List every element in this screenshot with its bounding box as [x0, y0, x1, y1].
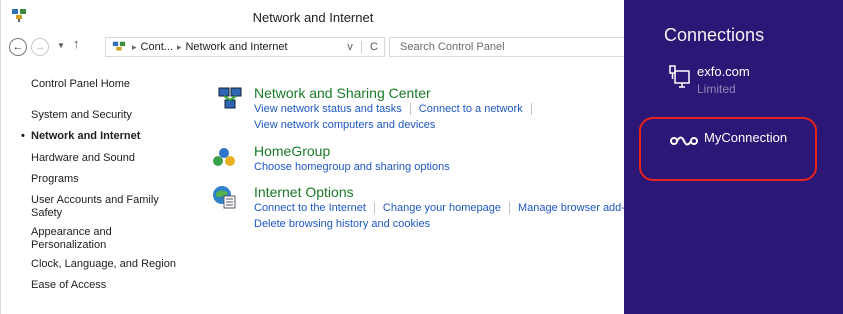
- forward-button[interactable]: →: [31, 38, 49, 56]
- ethernet-icon: [669, 65, 690, 88]
- category-title[interactable]: Network and Sharing Center: [254, 85, 431, 101]
- sidebar-item-programs[interactable]: Programs: [31, 173, 79, 186]
- link-divider: [373, 202, 375, 215]
- navigation-bar: ← → ▼ ↑ ▸ Cont... ▸ Network and Internet v …: [1, 33, 629, 61]
- link-connect-to-internet[interactable]: Connect to the Internet: [254, 202, 366, 214]
- link-change-homepage[interactable]: Change your homepage: [383, 202, 501, 214]
- link-connect-to-network[interactable]: Connect to a network: [419, 103, 523, 115]
- sidebar-item-network-and-internet[interactable]: • Network and Internet: [21, 130, 141, 143]
- sidebar-item-system-and-security[interactable]: System and Security: [31, 109, 132, 122]
- network-sharing-icon: [218, 87, 242, 109]
- connection-status: Limited: [697, 82, 736, 96]
- breadcrumb-separator-icon: ▸: [132, 42, 137, 52]
- connection-name: MyConnection: [704, 130, 788, 145]
- link-view-network-status[interactable]: View network status and tasks: [254, 103, 402, 115]
- category-title[interactable]: Internet Options: [254, 184, 354, 200]
- link-divider: [530, 103, 532, 116]
- active-bullet-icon: •: [21, 130, 25, 142]
- sidebar-item-label: Network and Internet: [31, 130, 141, 142]
- internet-options-icon: [213, 186, 236, 209]
- address-bar[interactable]: ▸ Cont... ▸ Network and Internet v C: [105, 37, 385, 57]
- link-divider: [508, 202, 510, 215]
- sidebar-item-ease-of-access[interactable]: Ease of Access: [31, 279, 106, 292]
- sidebar-item-clock-language-region[interactable]: Clock, Language, and Region: [31, 258, 176, 271]
- connections-panel: Connections exfo.com Limited MyConnectio…: [624, 0, 843, 314]
- address-divider: [360, 41, 362, 54]
- highlight-box: [639, 117, 817, 181]
- recent-locations-chevron-icon[interactable]: ▼: [57, 41, 65, 50]
- connection-name: exfo.com: [697, 64, 750, 79]
- link-homegroup-sharing[interactable]: Choose homegroup and sharing options: [254, 161, 450, 173]
- link-divider: [409, 103, 411, 116]
- homegroup-icon: [213, 148, 235, 166]
- control-panel-window: Network and Internet ← → ▼ ↑ ▸ Cont... ▸ Ne…: [0, 0, 629, 314]
- panel-title: Connections: [664, 25, 765, 45]
- address-dropdown-icon[interactable]: v: [347, 41, 353, 53]
- sidebar-item-hardware-and-sound[interactable]: Hardware and Sound: [31, 152, 135, 165]
- search-input[interactable]: Search Control Panel: [389, 37, 629, 57]
- breadcrumb-network-and-internet[interactable]: Network and Internet: [185, 41, 287, 53]
- breadcrumb-control-panel[interactable]: Cont...: [141, 41, 173, 53]
- sidebar-item-user-accounts[interactable]: User Accounts and Family Safety: [31, 194, 181, 220]
- link-delete-browsing-history[interactable]: Delete browsing history and cookies: [254, 218, 430, 230]
- link-view-network-computers[interactable]: View network computers and devices: [254, 119, 435, 131]
- title-bar: Network and Internet: [1, 0, 625, 33]
- vpn-icon: [670, 136, 698, 146]
- control-panel-crumb-icon: [112, 41, 126, 51]
- sidebar-item-control-panel-home[interactable]: Control Panel Home: [31, 78, 130, 91]
- category-title[interactable]: HomeGroup: [254, 143, 330, 159]
- sidebar-item-appearance[interactable]: Appearance and Personalization: [31, 226, 141, 252]
- link-manage-browser-addons[interactable]: Manage browser add-: [518, 202, 625, 214]
- window-title: Network and Internet: [252, 10, 374, 25]
- refresh-icon[interactable]: C: [370, 41, 378, 53]
- breadcrumb-separator-icon: ▸: [176, 42, 182, 52]
- up-arrow-icon[interactable]: ↑: [73, 36, 80, 51]
- back-button[interactable]: ←: [9, 38, 27, 56]
